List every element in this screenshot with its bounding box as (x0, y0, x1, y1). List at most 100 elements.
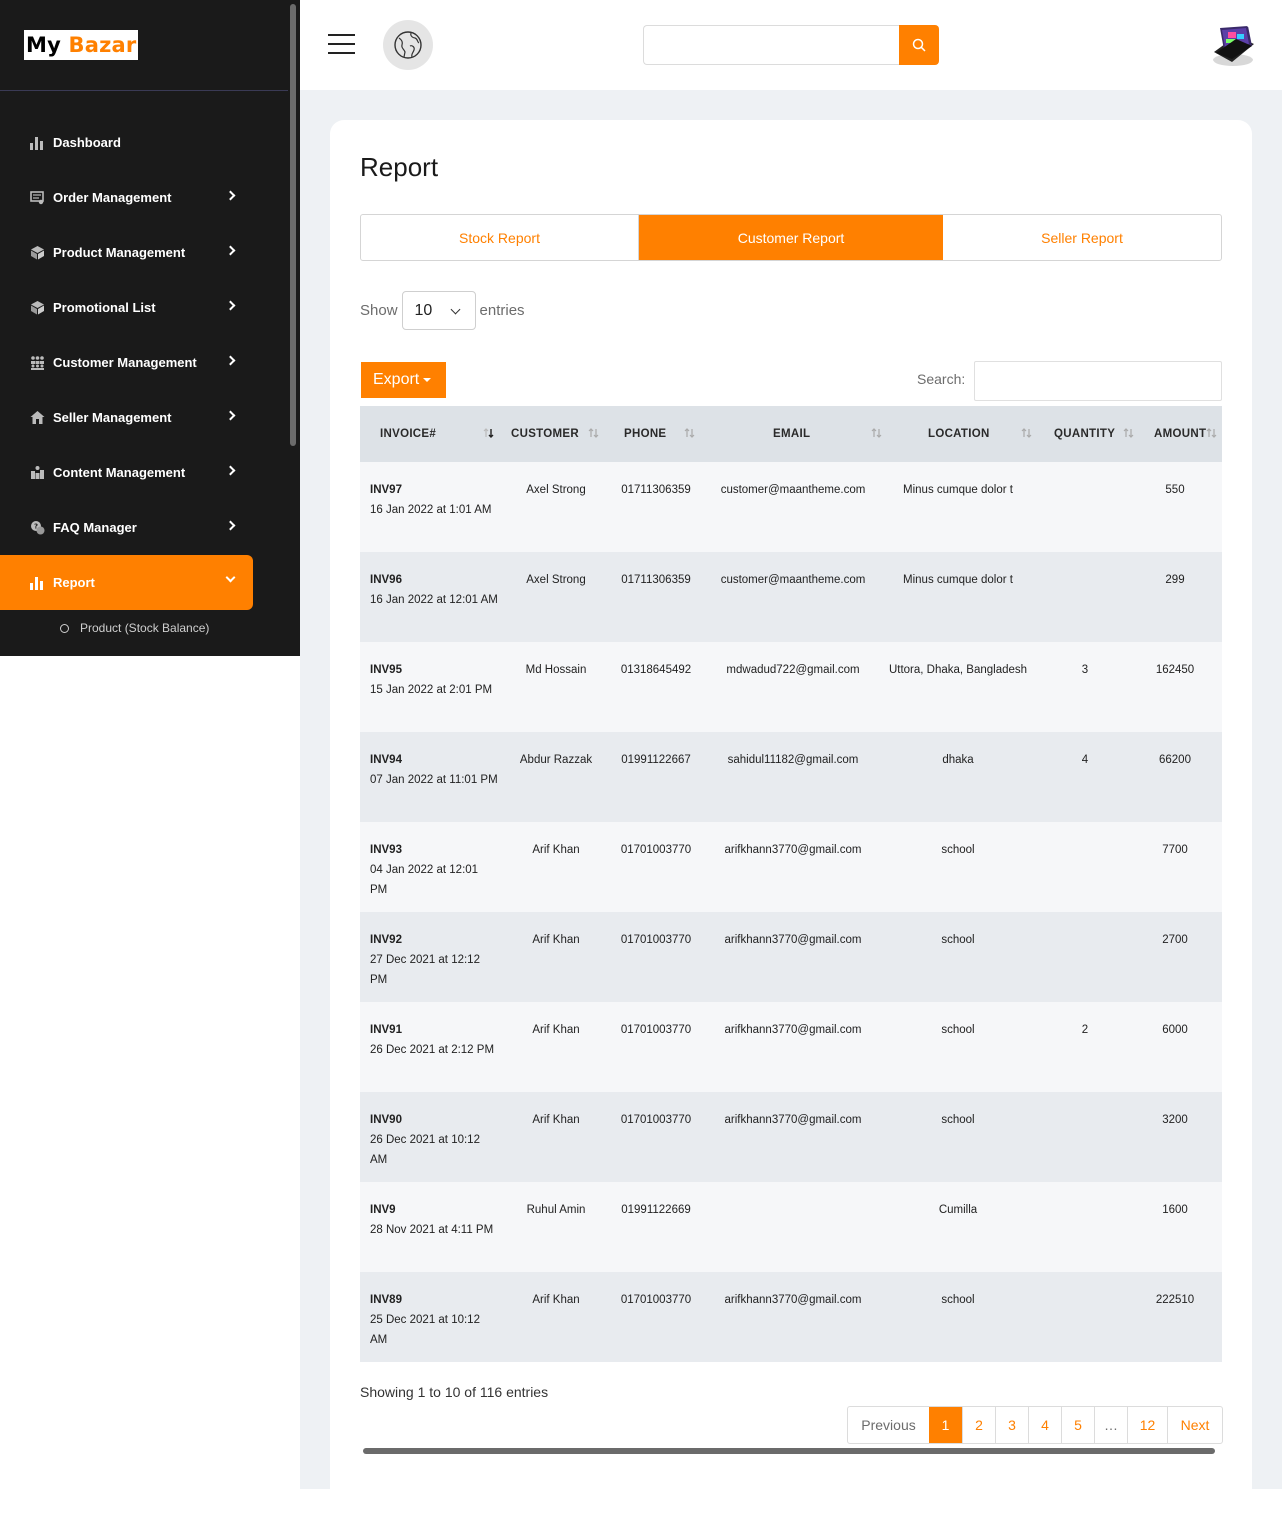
bar-chart-icon (30, 575, 45, 590)
customer-cell: Arif Khan (532, 844, 580, 856)
search-button[interactable] (899, 25, 939, 65)
sort-desc-icon (483, 428, 494, 438)
amount-cell: 1600 (1162, 1204, 1188, 1216)
location-cell: Cumilla (938, 1204, 978, 1216)
table-row[interactable]: INV93 04 Jan 2022 at 12:01 PM Arif Khan 0… (360, 822, 1222, 912)
table-row[interactable]: INV94 07 Jan 2022 at 11:01 PM Abdur Razza… (360, 732, 1222, 822)
table-row[interactable]: INV95 15 Jan 2022 at 2:01 PM Md Hossain 0… (360, 642, 1222, 732)
sidebar-item-content-management[interactable]: Content Management (0, 445, 253, 500)
entries-length-select[interactable]: 10 (401, 291, 476, 330)
sidebar-item-seller-management[interactable]: Seller Management (0, 390, 253, 445)
table-search-input[interactable] (974, 361, 1222, 401)
export-button[interactable]: Export (361, 362, 446, 398)
pagination-page-1[interactable]: 1 (929, 1407, 962, 1443)
invoice-date: 27 Dec 2021 at 12:12 PM (370, 954, 480, 986)
customer-cell: Arif Khan (532, 1024, 580, 1036)
customer-cell: Axel Strong (526, 484, 586, 496)
location-cell: dhaka (942, 754, 974, 766)
pagination-page-4[interactable]: 4 (1028, 1407, 1061, 1443)
customer-cell: Arif Khan (532, 1114, 580, 1126)
column-header-invoice[interactable]: INVOICE# (360, 406, 501, 462)
column-header-label: QUANTITY (1054, 428, 1116, 440)
column-header-phone[interactable]: PHONE (611, 406, 707, 462)
invoice-cell: INV91 26 Dec 2021 at 2:12 PM (370, 1020, 498, 1060)
brand-name-part1: My (26, 33, 69, 57)
store-icon (30, 410, 45, 425)
search-icon (912, 38, 926, 52)
invoice-cell: INV90 26 Dec 2021 at 10:12 AM (370, 1110, 498, 1170)
invoice-number: INV92 (370, 934, 402, 946)
export-label: Export (373, 371, 420, 388)
invoice-date: 26 Dec 2021 at 2:12 PM (370, 1044, 495, 1056)
phone-cell: 01701003770 (620, 844, 692, 856)
pagination-page-5[interactable]: 5 (1061, 1407, 1094, 1443)
sidebar-item-faq-manager[interactable]: ? FAQ Manager (0, 500, 253, 555)
sidebar: My Bazar Dashboard Order Management Prod… (0, 0, 300, 656)
amount-cell: 222510 (1155, 1294, 1195, 1306)
language-button[interactable] (383, 20, 433, 70)
column-header-quantity[interactable]: QUANTITY (1047, 406, 1142, 462)
pagination-page-3[interactable]: 3 (995, 1407, 1028, 1443)
invoice-date: 26 Dec 2021 at 10:12 AM (370, 1134, 480, 1166)
box-icon (30, 300, 45, 315)
tab-customer-report[interactable]: Customer Report (639, 215, 943, 260)
email-cell: arifkhann3770@gmail.com (724, 1294, 862, 1306)
location-cell: school (941, 1294, 975, 1306)
brand-logo[interactable]: My Bazar (24, 30, 139, 60)
amount-cell: 66200 (1159, 754, 1191, 766)
phone-cell: 01701003770 (620, 934, 692, 946)
table-row[interactable]: INV96 16 Jan 2022 at 12:01 AM Axel Strong… (360, 552, 1222, 642)
chevron-right-icon (225, 190, 236, 201)
column-header-customer[interactable]: CUSTOMER (501, 406, 611, 462)
column-header-email[interactable]: EMAIL (707, 406, 897, 462)
phone-cell: 01711306359 (621, 574, 691, 586)
email-cell: mdwadud722@gmail.com (726, 664, 860, 676)
sidebar-item-order-management[interactable]: Order Management (0, 170, 253, 225)
chevron-right-icon (225, 465, 236, 476)
user-avatar-image (1208, 22, 1258, 70)
table-row[interactable]: INV9 28 Nov 2021 at 4:11 PM Ruhul Amin 01… (360, 1182, 1222, 1272)
sidebar-item-report[interactable]: Report (0, 555, 253, 610)
column-header-amount[interactable]: AMOUNT (1142, 406, 1222, 462)
amount-cell: 299 (1165, 574, 1185, 586)
search-input[interactable] (643, 25, 900, 65)
sidebar-nav: Dashboard Order Management Product Manag… (0, 115, 300, 646)
invoice-date: 16 Jan 2022 at 12:01 AM (370, 594, 498, 606)
horizontal-scrollbar[interactable] (363, 1448, 1215, 1454)
pagination-previous[interactable]: Previous (848, 1407, 929, 1443)
email-cell: arifkhann3770@gmail.com (724, 934, 862, 946)
sidebar-item-promotional-list[interactable]: Promotional List (0, 280, 253, 335)
sidebar-item-dashboard[interactable]: Dashboard (0, 115, 253, 170)
pagination-page-12[interactable]: 12 (1127, 1407, 1167, 1443)
column-header-location[interactable]: LOCATION (897, 406, 1047, 462)
amount-cell: 550 (1165, 484, 1185, 496)
page-title: Report (360, 152, 439, 182)
tab-seller-report[interactable]: Seller Report (943, 215, 1221, 260)
invoice-cell: INV92 27 Dec 2021 at 12:12 PM (370, 930, 498, 990)
tab-stock-report[interactable]: Stock Report (361, 215, 639, 260)
content-icon (30, 465, 45, 480)
invoice-date: 25 Dec 2021 at 10:12 AM (370, 1314, 480, 1346)
menu-toggle-icon[interactable] (328, 34, 355, 54)
invoice-cell: INV93 04 Jan 2022 at 12:01 PM (370, 840, 498, 900)
invoice-number: INV90 (370, 1114, 402, 1126)
sidebar-subitem-product-stock-balance[interactable]: Product (Stock Balance) (0, 610, 300, 646)
table-row[interactable]: INV92 27 Dec 2021 at 12:12 PM Arif Khan 0… (360, 912, 1222, 1002)
sidebar-item-label: Report (53, 575, 95, 590)
sidebar-subitem-label: Product (Stock Balance) (80, 621, 210, 635)
topbar (300, 0, 1282, 90)
location-cell: school (941, 844, 975, 856)
table-row[interactable]: INV97 16 Jan 2022 at 1:01 AM Axel Strong … (360, 462, 1222, 552)
sidebar-item-customer-management[interactable]: Customer Management (0, 335, 253, 390)
sidebar-item-product-management[interactable]: Product Management (0, 225, 253, 280)
table-row[interactable]: INV91 26 Dec 2021 at 2:12 PM Arif Khan 01… (360, 1002, 1222, 1092)
table-row[interactable]: INV89 25 Dec 2021 at 10:12 AM Arif Khan 0… (360, 1272, 1222, 1362)
orders-icon (30, 190, 45, 205)
avatar[interactable] (1208, 22, 1258, 70)
email-cell: arifkhann3770@gmail.com (724, 1024, 862, 1036)
table-row[interactable]: INV90 26 Dec 2021 at 10:12 AM Arif Khan 0… (360, 1092, 1222, 1182)
location-cell: Minus cumque dolor t (903, 574, 1013, 586)
length-control: Show 10 entries (360, 291, 525, 330)
pagination-next[interactable]: Next (1167, 1407, 1222, 1443)
pagination-page-2[interactable]: 2 (962, 1407, 995, 1443)
